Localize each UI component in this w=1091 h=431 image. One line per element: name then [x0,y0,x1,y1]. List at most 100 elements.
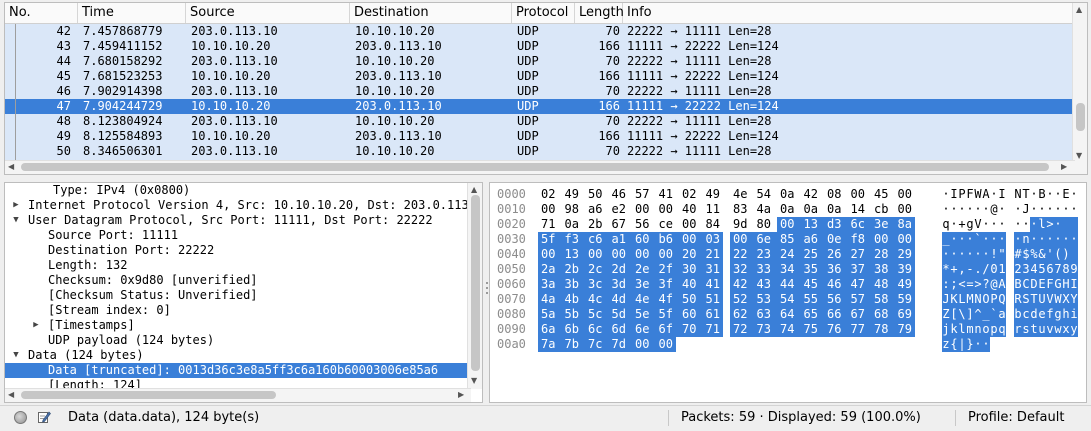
hex-byte[interactable]: 65 [800,307,824,322]
hex-byte[interactable]: 00 [730,232,754,247]
hex-byte[interactable]: 46 [609,187,629,202]
hex-byte[interactable]: 00 [895,202,915,217]
collapsed-arrow-icon[interactable]: ▶ [31,318,41,333]
hex-byte[interactable]: 6a [538,322,562,337]
hex-byte[interactable]: 6e [632,322,656,337]
hex-byte[interactable]: 3b [561,277,585,292]
column-header-no[interactable]: No. [5,3,78,23]
hex-byte[interactable]: 3c [585,277,609,292]
detail-row[interactable]: ▼ User Datagram Protocol, Src Port: 11111… [5,213,471,228]
hex-byte[interactable]: 00 [777,217,801,232]
detail-row[interactable]: [Checksum Status: Unverified] [5,288,471,303]
packet-row[interactable]: 45 7.681523253 10.10.10.20 203.0.113.10 UDP 1… [5,69,1073,84]
hex-byte[interactable]: 00 [895,187,915,202]
hex-byte[interactable]: 66 [824,307,848,322]
hex-byte[interactable]: 5f [655,307,679,322]
hex-byte[interactable]: 78 [871,322,895,337]
hex-byte[interactable]: f3 [561,232,585,247]
scroll-up-arrow-icon[interactable]: ▲ [1076,5,1082,15]
scroll-up-arrow-icon[interactable]: ▲ [471,185,477,195]
hex-byte[interactable]: 85 [777,232,801,247]
hex-byte[interactable]: 4e [632,292,656,307]
hex-byte[interactable]: 3a [538,277,562,292]
scroll-left-arrow-icon[interactable]: ◀ [8,162,14,172]
hex-byte[interactable]: a6 [585,202,605,217]
column-header-destination[interactable]: Destination [350,3,512,23]
scroll-right-arrow-icon[interactable]: ▶ [1061,162,1067,172]
hex-byte[interactable]: 47 [847,277,871,292]
detail-row[interactable]: Checksum: 0x9d80 [unverified] [5,273,471,288]
hex-byte[interactable]: 3e [871,217,895,232]
hex-byte[interactable]: 9d [730,217,750,232]
hex-byte[interactable]: 29 [894,247,915,262]
hex-byte[interactable]: 0a [824,202,844,217]
hex-byte[interactable]: 00 [632,202,652,217]
hex-byte[interactable]: 5f [538,232,562,247]
packet-list-vertical-scroll-thumb[interactable] [1076,103,1085,131]
hex-byte[interactable]: 5a [538,307,562,322]
hex-byte[interactable]: 5d [608,307,632,322]
packet-row[interactable]: 48 8.123804924 203.0.113.10 10.10.10.20 UDP 7… [5,114,1073,129]
packet-row[interactable]: 46 7.902914398 203.0.113.10 10.10.10.20 UDP 7… [5,84,1073,99]
hex-byte[interactable]: 0a [801,202,821,217]
hex-byte[interactable]: 03 [702,232,723,247]
hex-byte[interactable]: 4a [754,202,774,217]
detail-row[interactable]: ▶ Internet Protocol Version 4, Src: 10.10… [5,198,471,213]
hex-byte[interactable]: 63 [753,307,777,322]
hex-byte[interactable]: 4f [655,292,679,307]
hex-byte[interactable]: 56 [824,292,848,307]
detail-row[interactable]: Length: 132 [5,258,471,273]
hex-byte[interactable]: 32 [730,262,754,277]
hex-byte[interactable]: 70 [679,322,703,337]
hex-byte[interactable]: 77 [847,322,871,337]
hex-byte[interactable]: 2f [655,262,679,277]
hex-byte[interactable]: 0a [777,187,797,202]
pane-splitter-handle[interactable] [485,182,488,403]
hex-byte[interactable]: 62 [730,307,754,322]
collapsed-arrow-icon[interactable]: ▶ [11,198,21,213]
hex-byte[interactable]: 4b [561,292,585,307]
hex-byte[interactable]: 31 [702,262,723,277]
hex-byte[interactable]: 5b [561,307,585,322]
column-header-protocol[interactable]: Protocol [512,3,575,23]
hex-byte[interactable]: 27 [847,247,871,262]
hex-byte[interactable]: 08 [824,187,844,202]
hex-byte[interactable]: 50 [679,292,703,307]
hex-byte[interactable]: 41 [656,187,676,202]
hex-byte[interactable]: 7c [585,337,609,352]
hex-byte[interactable]: 41 [702,277,723,292]
hex-byte[interactable]: 34 [777,262,801,277]
packet-list-vertical-scrollbar[interactable]: ▲ ▼ [1072,3,1087,174]
scroll-down-arrow-icon[interactable]: ▼ [471,376,477,386]
hex-byte[interactable]: 84 [703,217,723,232]
column-header-length[interactable]: Length [575,3,624,23]
hex-byte[interactable]: 25 [800,247,824,262]
hex-byte[interactable]: 42 [730,277,754,292]
hex-byte[interactable]: 68 [871,307,895,322]
hex-byte[interactable]: 00 [655,337,676,352]
hex-byte[interactable]: 83 [730,202,750,217]
hex-byte[interactable]: 39 [894,262,915,277]
hex-byte[interactable]: 00 [538,202,558,217]
hex-byte[interactable]: 3e [632,277,656,292]
hex-byte[interactable]: 40 [679,277,703,292]
hex-byte[interactable]: 00 [656,202,676,217]
hex-byte[interactable]: 5e [632,307,656,322]
hex-byte[interactable]: 57 [632,187,652,202]
hex-byte[interactable]: 60 [679,307,703,322]
hex-byte[interactable]: 0e [824,232,848,247]
hex-byte[interactable]: 40 [679,202,699,217]
hex-byte[interactable]: 3f [655,277,679,292]
hex-byte[interactable]: 38 [871,262,895,277]
packet-details-pane[interactable]: Type: IPv4 (0x0800) ▶ Internet Protocol Ve… [4,182,483,403]
hex-byte[interactable]: 00 [632,337,656,352]
hex-byte[interactable]: 0a [562,217,582,232]
expanded-arrow-icon[interactable]: ▼ [11,213,21,228]
hex-byte[interactable]: 00 [585,247,609,262]
hex-byte[interactable]: 48 [871,277,895,292]
hex-byte[interactable]: 28 [871,247,895,262]
packet-list-horizontal-scrollbar[interactable]: ◀ ▶ [5,160,1075,174]
hex-byte[interactable]: 3d [608,277,632,292]
packet-row[interactable]: 50 8.346506301 203.0.113.10 10.10.10.20 UDP 7… [5,144,1073,159]
hex-byte[interactable]: 57 [847,292,871,307]
